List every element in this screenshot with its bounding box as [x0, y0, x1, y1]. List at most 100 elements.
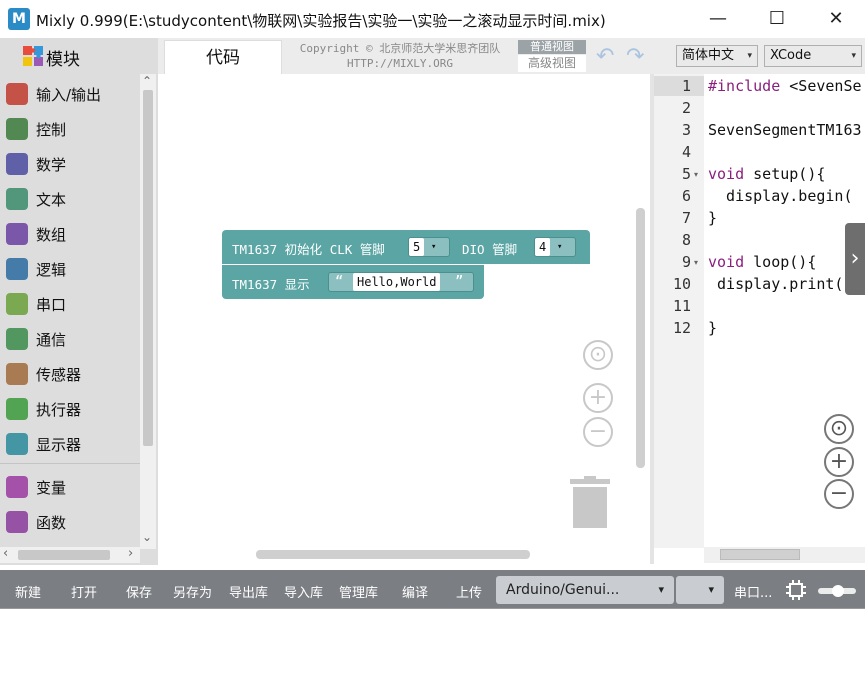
editor-zoom-out-icon[interactable]: −	[824, 479, 854, 509]
copyright-notice: Copyright © 北京师范大学米思齐团队 HTTP://MIXLY.ORG	[290, 41, 510, 71]
sidebar-item-8[interactable]: 通信	[0, 321, 140, 356]
export-library-button[interactable]: 导出库	[229, 582, 268, 601]
chevron-down-icon: ▾	[747, 51, 752, 61]
language-select[interactable]: 简体中文 ▾	[676, 45, 758, 67]
board-select[interactable]: Arduino/Genui... ▾	[496, 576, 674, 604]
line-number: 12	[672, 319, 691, 337]
sidebar-item-10[interactable]: 执行器	[0, 391, 140, 426]
editor-zoom-in-icon[interactable]: +	[824, 447, 854, 477]
tm1637-display-block[interactable]: TM1637 显示 “ Hello,World ”	[222, 265, 484, 299]
text-t-icon	[6, 188, 28, 210]
close-button[interactable]: ✕	[816, 6, 856, 32]
maximize-button[interactable]: ☐	[757, 6, 797, 32]
code-text: SevenSegmentTM163	[708, 121, 862, 139]
import-library-button[interactable]: 导入库	[284, 582, 323, 601]
save-as-button[interactable]: 另存为	[173, 582, 212, 601]
recenter-icon[interactable]: ⊙	[583, 340, 613, 370]
board-value: Arduino/Genui...	[506, 582, 620, 598]
new-button[interactable]: 新建	[15, 582, 41, 601]
line-number: 11	[672, 297, 691, 315]
chevron-down-icon: ▾	[851, 51, 856, 61]
fold-arrow-icon[interactable]: ▾	[694, 258, 698, 267]
tm1637-init-block[interactable]: TM1637 初始化 CLK 管脚 5 ▾ DIO 管脚 4 ▾	[222, 230, 590, 264]
expand-arrow-icon[interactable]: ›	[845, 223, 865, 295]
open-button[interactable]: 打开	[71, 582, 97, 601]
manage-library-button[interactable]: 管理库	[339, 582, 378, 601]
sidebar-item-13[interactable]: 函数	[0, 504, 140, 539]
sidebar-item-4[interactable]: 文本	[0, 181, 140, 216]
redo-icon[interactable]: ↷	[626, 44, 644, 69]
line-number: 1	[681, 77, 691, 95]
scroll-up-icon[interactable]: ⌃	[142, 74, 152, 88]
scroll-down-icon[interactable]: ⌄	[142, 530, 152, 544]
variable-cube-icon	[6, 476, 28, 498]
code-line: }	[708, 209, 717, 227]
code-keyword: void	[708, 165, 745, 183]
sidebar-hscroll-thumb[interactable]	[18, 550, 110, 560]
sidebar-item-label: 传感器	[36, 366, 82, 384]
fold-arrow-icon[interactable]: ▾	[694, 170, 698, 179]
editor-recenter-icon[interactable]: ⊙	[824, 414, 854, 444]
scroll-left-icon[interactable]: ‹	[3, 546, 8, 561]
scroll-right-icon[interactable]: ›	[128, 546, 133, 561]
workspace-vertical-scrollbar[interactable]	[636, 208, 645, 468]
dio-pin-dropdown[interactable]: 4 ▾	[534, 237, 576, 257]
theme-select[interactable]: XCode ▾	[764, 45, 862, 67]
code-text: display.print("	[708, 275, 853, 293]
code-keyword: #include	[708, 77, 781, 95]
clk-pin-dropdown[interactable]: 5 ▾	[408, 237, 450, 257]
gamepad-icon	[6, 118, 28, 140]
code-line: }	[708, 319, 717, 337]
language-value: 简体中文	[682, 48, 735, 63]
toggle-switch[interactable]	[816, 584, 858, 598]
open-quote-icon: “	[335, 274, 344, 290]
code-text: }	[708, 209, 718, 227]
tab-code[interactable]: 代码	[164, 40, 282, 74]
text-literal-input[interactable]: “ Hello,World ”	[328, 272, 474, 292]
sidebar-item-9[interactable]: 传感器	[0, 356, 140, 391]
sidebar-item-label: 数组	[36, 226, 67, 244]
sidebar-item-2[interactable]: 控制	[0, 111, 140, 146]
sidebar-item-3[interactable]: 数学	[0, 146, 140, 181]
chevron-down-icon: ▾	[557, 242, 563, 252]
trash-icon[interactable]	[570, 476, 610, 528]
code-editor[interactable]	[704, 74, 865, 548]
line-number: 10	[672, 275, 691, 293]
normal-view-button[interactable]: 普通视图	[518, 40, 586, 54]
port-select[interactable]: ▾	[676, 576, 724, 604]
compile-button[interactable]: 编译	[402, 582, 428, 601]
code-text: }	[708, 319, 718, 337]
output-console[interactable]	[0, 608, 865, 686]
chevron-down-icon: ▾	[431, 242, 437, 252]
monitor-icon	[6, 433, 28, 455]
upload-button[interactable]: 上传	[456, 582, 482, 601]
app-logo-icon: M	[8, 8, 30, 30]
sidebar-item-7[interactable]: 串口	[0, 286, 140, 321]
serial-monitor-button[interactable]: 串口...	[734, 582, 772, 601]
minimize-button[interactable]: —	[698, 6, 738, 32]
init-block-label: TM1637 初始化 CLK 管脚	[232, 242, 385, 257]
sidebar-item-5[interactable]: 数组	[0, 216, 140, 251]
zoom-out-icon[interactable]: −	[583, 417, 613, 447]
sidebar-item-label: 文本	[36, 191, 67, 209]
undo-icon[interactable]: ↶	[596, 44, 614, 69]
sidebar-item-6[interactable]: 逻辑	[0, 251, 140, 286]
code-text: loop(){	[744, 253, 817, 271]
workspace-horizontal-scrollbar[interactable]	[256, 550, 530, 559]
sidebar-item-label: 通信	[36, 331, 67, 349]
line-number: 3	[681, 121, 691, 139]
puzzle-icon	[22, 45, 44, 67]
advanced-view-button[interactable]: 高级视图	[518, 55, 586, 72]
sidebar-item-11[interactable]: 显示器	[0, 426, 140, 461]
zoom-in-icon[interactable]: +	[583, 383, 613, 413]
sidebar-item-label: 函数	[36, 514, 67, 532]
line-number: 4	[681, 143, 691, 161]
sidebar-item-label: 串口	[36, 296, 67, 314]
sidebar-scroll-thumb[interactable]	[143, 90, 153, 446]
sidebar-item-12[interactable]: 变量	[0, 469, 140, 504]
sidebar-separator	[0, 463, 140, 464]
save-button[interactable]: 保存	[126, 582, 152, 601]
chip-icon[interactable]	[786, 580, 806, 600]
sidebar-item-1[interactable]: 输入/输出	[0, 76, 140, 111]
editor-hscroll-thumb[interactable]	[720, 549, 800, 560]
